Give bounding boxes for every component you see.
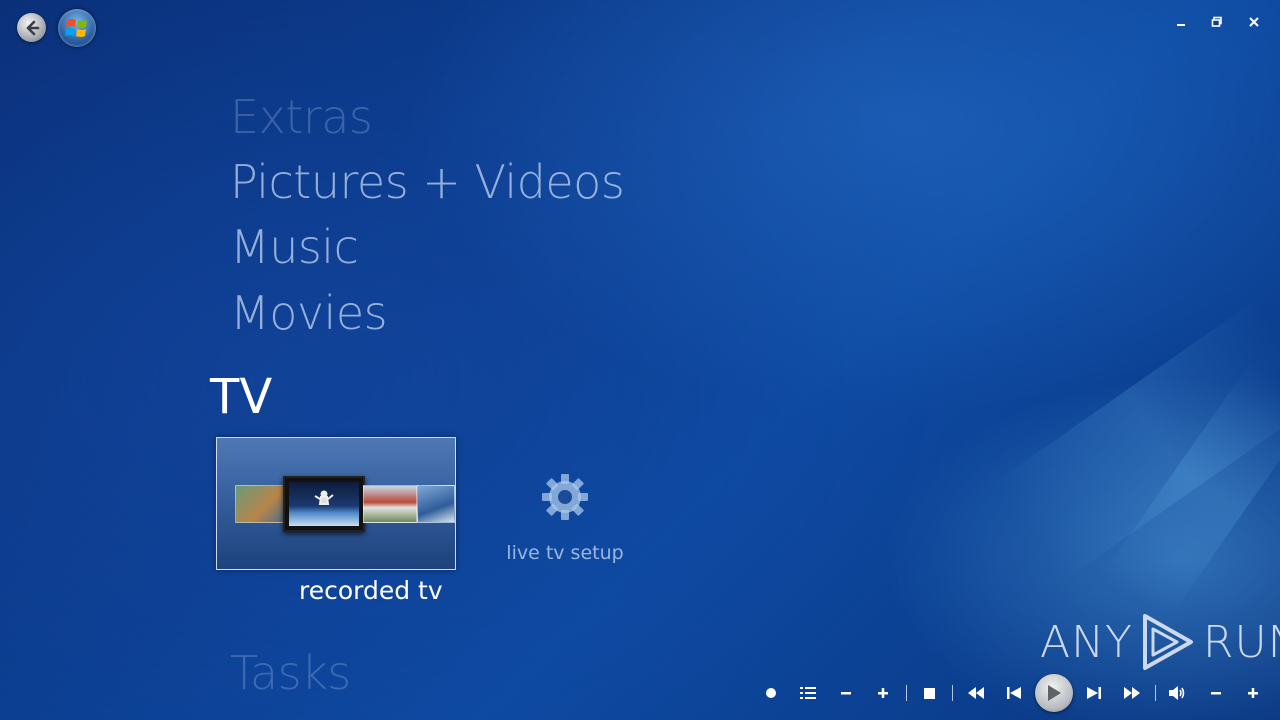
skip-back-button[interactable] [1000,679,1027,707]
thumbnail-sky [417,485,455,523]
fast-forward-icon [1123,687,1140,699]
restore-icon [1211,16,1222,27]
menu-item-tv[interactable]: TV [210,373,272,421]
logo-text-right: RUN [1202,616,1280,668]
separator [952,685,954,701]
list-icon [800,687,817,699]
separator [905,685,907,701]
live-tv-setup-tile[interactable]: live tv setup [505,470,625,570]
menu-item-movies[interactable]: Movies [230,290,388,336]
stop-icon [924,687,936,699]
recorded-tv-label: recorded tv [299,576,443,605]
close-button[interactable] [1242,10,1266,34]
menu-item-pictures-videos[interactable]: Pictures + Videos [230,159,625,205]
channel-down-button[interactable] [832,679,859,707]
close-icon [1249,17,1259,27]
minimize-button[interactable] [1169,10,1193,34]
menu-item-extras[interactable]: Extras [230,94,373,140]
recorded-tv-tile[interactable] [216,437,456,570]
menu-item-music[interactable]: Music [230,224,359,270]
volume-up-button[interactable] [1240,679,1267,707]
minus-icon [1210,692,1221,695]
guide-button[interactable] [794,679,821,707]
logo-text-left: ANY [1040,616,1133,668]
skip-forward-button[interactable] [1081,679,1108,707]
volume-down-button[interactable] [1202,679,1229,707]
play-triangle-icon [1142,614,1193,670]
astronaut-icon [314,490,334,505]
windows-start-button[interactable] [58,9,96,47]
minimize-icon [1177,24,1185,26]
thumbnail-cartoon [235,485,285,523]
back-arrow-icon [26,20,39,35]
record-icon [765,688,776,698]
menu-item-tasks[interactable]: Tasks [230,650,351,696]
play-icon [1048,685,1061,701]
back-button[interactable] [17,13,46,42]
restore-button[interactable] [1205,10,1229,34]
anyrun-logo: ANY RUN [1040,612,1280,672]
live-tv-setup-label: live tv setup [506,542,624,564]
thumbnail-racing [363,485,417,523]
gear-icon [542,474,588,520]
windows-logo-icon [65,19,87,37]
thumbnail-astronaut [283,476,365,532]
rewind-icon [968,687,985,699]
record-button[interactable] [757,679,784,707]
minus-icon [840,692,851,695]
speaker-icon [1169,686,1185,700]
skip-back-icon [1006,687,1021,699]
plus-icon [878,688,889,698]
fast-forward-button[interactable] [1118,679,1145,707]
mute-button[interactable] [1165,679,1192,707]
rewind-button[interactable] [962,679,989,707]
play-button[interactable] [1035,674,1073,712]
plus-icon [1248,688,1259,698]
channel-up-button[interactable] [869,679,896,707]
stop-button[interactable] [916,679,943,707]
separator [1154,685,1156,701]
skip-forward-icon [1087,687,1102,699]
transport-controls [752,673,1272,713]
